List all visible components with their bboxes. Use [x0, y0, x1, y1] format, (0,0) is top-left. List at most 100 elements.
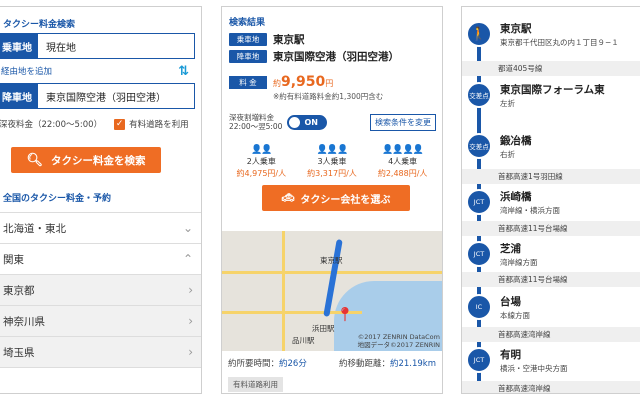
distance-label: 約移動距離： [338, 359, 390, 369]
map-road [282, 231, 285, 351]
step-name: 芝浦 [500, 243, 521, 255]
night-toggle[interactable]: ON [287, 114, 328, 130]
map-pin-icon: 📍︎ [336, 307, 354, 323]
pax-amount: 約4,975円/人 [236, 169, 287, 178]
region-label: 関東 [3, 253, 24, 266]
chevron-right-icon: › [188, 314, 193, 328]
add-via-link[interactable]: 経由地を追加 [1, 65, 52, 77]
search-fare-button[interactable]: 🔍︎ タクシー料金を検索 [11, 147, 161, 173]
junction-icon: JCT [466, 241, 492, 267]
region-row-tokyo[interactable]: 東京都 › [0, 275, 201, 306]
night-label-1: 深夜割増料金 [229, 113, 274, 122]
regions-title: 全国のタクシー料金・予約 [0, 191, 201, 213]
choose-taxi-label: タクシー会社を選ぶ [300, 194, 391, 206]
time-label: 約所要時間： [228, 359, 280, 369]
pax-amount: 約3,317円/人 [307, 169, 357, 178]
route-step: 交差点 東京国際フォーラム東 左折 [466, 82, 605, 109]
region-label: 東京都 [3, 284, 35, 297]
step-name: 鍛冶橋 [500, 135, 532, 147]
change-conditions-button[interactable]: 検索条件を変更 [370, 113, 436, 131]
map-label: 浜田駅 [312, 324, 335, 333]
region-row-kanto[interactable]: 関東 ⌃ [0, 244, 201, 275]
result-title: 検索結果 [229, 18, 266, 28]
chevron-right-icon: › [188, 345, 193, 359]
step-name: 台場 [500, 296, 521, 308]
fare-block: 料 金 約9,950円 ※約有料道路料金約1,300円含む [222, 65, 442, 109]
step-sub: 湾岸線・横浜方面 [500, 206, 560, 215]
fare-unit: 円 [325, 79, 334, 88]
toll-road-checkbox[interactable]: ✓ 有料道路を利用 [114, 118, 189, 130]
pax-2: 👤👤 2人乗車 約4,975円/人 [231, 145, 291, 181]
region-row-saitama[interactable]: 埼玉県 › [0, 337, 201, 368]
pax-amount: 約2,488円/人 [377, 169, 428, 178]
from-field[interactable]: 乗車地 現在地 [0, 33, 195, 59]
junction-icon: JCT [466, 347, 492, 373]
pax-count: 2人乗車 [246, 157, 276, 166]
region-row-tohoku[interactable]: 北海道・東北 ⌄ [0, 213, 201, 244]
step-sub: 湾岸線方面 [500, 258, 538, 267]
taxi-icon: 🚕︎ [281, 192, 295, 204]
pax-count: 4人乗車 [388, 157, 418, 166]
search-panel-title: タクシー料金検索 [3, 20, 76, 30]
search-panel: タクシー料金検索 乗車地 現在地 経由地を追加 ⇅ 降車地 東京国際空港（羽田空… [0, 6, 202, 394]
fare-prefix: 約 [273, 79, 281, 88]
region-row-kanagawa[interactable]: 神奈川県 › [0, 306, 201, 337]
toggle-state: ON [304, 117, 318, 127]
night-fare-option[interactable]: 深夜料金（22:00〜5:00） [0, 118, 102, 130]
swap-icon[interactable]: ⇅ [178, 64, 189, 79]
to-name: 東京国際空港（羽田空港） [273, 51, 399, 63]
toll-tag: 有料道路利用 [228, 377, 283, 392]
people-icon: 👤👤 [251, 145, 272, 155]
distance-value: 約21.19km [389, 359, 436, 369]
route-map[interactable]: 📍︎ 東京駅 浜田駅 品川駅 ©2017 ZENRIN DataCom 地図デー… [222, 231, 442, 351]
search-fare-label: タクシー料金を検索 [51, 154, 146, 167]
from-tag: 乗車地 [0, 34, 38, 58]
step-sub: 東京都千代田区丸の内１丁目９−１ [500, 38, 619, 47]
night-label: 深夜割増料金 22:00〜翌5:00 [229, 113, 282, 131]
route-segment: 首都高速湾岸線 [462, 381, 640, 393]
time-value: 約26分 [279, 359, 307, 369]
passenger-breakdown: 👤👤 2人乗車 約4,975円/人 👤👤👤 3人乗車 約3,317円/人 👤👤👤… [222, 135, 442, 181]
route-segment: 首都高速11号台場線 [462, 272, 640, 287]
night-row: 深夜割増料金 22:00〜翌5:00 ON 検索条件を変更 [222, 109, 442, 135]
map-credit-1: ©2017 ZENRIN DataCom [357, 333, 440, 341]
to-field[interactable]: 降車地 東京国際空港（羽田空港） [0, 83, 195, 109]
route-segment: 首都高速湾岸線 [462, 327, 640, 342]
to-input[interactable]: 東京国際空港（羽田空港） [38, 84, 194, 108]
pax-3: 👤👤👤 3人乗車 約3,317円/人 [302, 145, 362, 181]
route-panel: 🚶 東京駅 東京都千代田区丸の内１丁目９−１ 都道405号線 交差点 東京国際フォ… [461, 6, 640, 394]
step-sub: 左折 [500, 99, 515, 108]
intersection-icon: 交差点 [466, 133, 492, 159]
chevron-up-icon: ⌃ [182, 252, 193, 266]
from-tag: 乗車地 [229, 33, 267, 46]
map-label: 東京駅 [320, 256, 343, 265]
choose-taxi-button[interactable]: 🚕︎ タクシー会社を選ぶ [262, 185, 410, 211]
result-panel: 検索結果 乗車地 東京駅 降車地 東京国際空港（羽田空港） 料 金 約9,950… [221, 6, 443, 394]
search-icon: 🔍︎ [26, 152, 43, 168]
route-step: JCT 浜崎橋湾岸線・横浜方面 [466, 189, 560, 216]
junction-icon: JCT [466, 189, 492, 215]
route-step: IC 台場 本線方面 [466, 294, 530, 321]
region-label: 北海道・東北 [3, 222, 66, 235]
interchange-icon: IC [466, 294, 492, 320]
route-segment: 都道405号線 [462, 61, 640, 76]
time-stat: 約所要時間：約26分 [228, 357, 307, 369]
intersection-icon: 交差点 [466, 82, 492, 108]
route-step: JCT 有明横浜・空港中央方面 [466, 347, 568, 374]
people-icon: 👤👤👤 [316, 145, 349, 155]
from-input[interactable]: 現在地 [38, 34, 194, 58]
step-name: 浜崎橋 [500, 191, 532, 203]
map-credit: ©2017 ZENRIN DataCom 地図データ©2017 ZENRIN [358, 333, 440, 349]
step-sub: 横浜・空港中央方面 [500, 364, 568, 373]
step-name: 有明 [500, 349, 521, 361]
result-from: 乗車地 東京駅 [222, 31, 442, 48]
toggle-knob [289, 116, 301, 128]
walker-icon: 🚶 [466, 21, 492, 47]
map-credit-2: 地図データ©2017 ZENRIN [357, 341, 440, 349]
to-tag: 降車地 [229, 50, 267, 63]
step-name: 東京国際フォーラム東 [500, 84, 605, 96]
people-icon: 👤👤👤👤 [382, 145, 424, 155]
fare-value: 9,950 [281, 74, 326, 90]
check-icon: ✓ [114, 118, 126, 130]
pax-count: 3人乗車 [317, 157, 347, 166]
